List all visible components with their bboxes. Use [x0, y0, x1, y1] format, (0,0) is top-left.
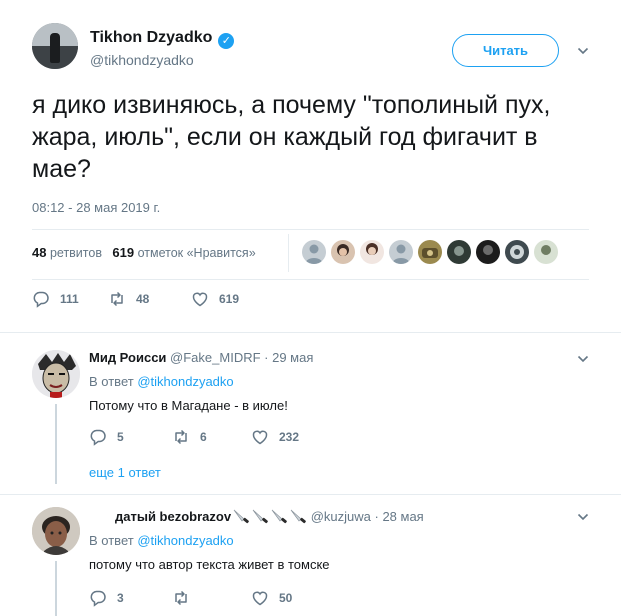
tweet-text: я дико извиняюсь, а почему "тополиный пу… [32, 91, 558, 183]
divider [0, 494, 621, 495]
like-button[interactable]: 232 [251, 428, 299, 446]
reply-button[interactable]: 5 [89, 428, 124, 446]
heart-icon [251, 428, 269, 446]
retweet-button[interactable]: 6 [172, 428, 207, 446]
chevron-down-icon[interactable] [577, 511, 589, 523]
reply-context-prefix: В ответ [89, 374, 134, 389]
liker-avatar[interactable] [447, 240, 471, 264]
like-count: 232 [279, 430, 300, 444]
liker-avatar[interactable] [534, 240, 558, 264]
liker-avatar[interactable] [302, 240, 326, 264]
liker-avatar[interactable] [476, 240, 500, 264]
reply-context: В ответ @tikhondzyadko [89, 533, 234, 548]
likes-label[interactable]: отметок «Нравится» [138, 246, 256, 260]
retweet-button[interactable]: 48 [108, 290, 149, 308]
thread-line [55, 561, 57, 616]
author-avatar[interactable] [32, 23, 78, 69]
author-name[interactable]: Tikhon Dzyadko ✓ [90, 29, 235, 49]
liker-avatar[interactable] [331, 240, 355, 264]
divider [32, 279, 589, 280]
retweet-icon [172, 428, 190, 446]
reply-count: 111 [60, 292, 79, 306]
heart-icon [251, 589, 269, 607]
show-more-replies-link[interactable]: еще 1 ответ [89, 465, 161, 480]
like-button[interactable]: 619 [191, 290, 239, 308]
heart-icon [191, 290, 209, 308]
reply-author-avatar[interactable] [32, 507, 80, 555]
retweet-button[interactable] [172, 589, 200, 607]
reply-text: Потому что в Магадане - в июле! [89, 398, 288, 413]
retweet-icon [108, 290, 126, 308]
liker-avatar[interactable] [360, 240, 384, 264]
stats-separator [288, 234, 289, 272]
liker-avatar[interactable] [418, 240, 442, 264]
verified-badge-icon: ✓ [218, 33, 235, 49]
liker-avatar[interactable] [389, 240, 413, 264]
reply-context-prefix: В ответ [89, 533, 134, 548]
retweet-count: 6 [200, 430, 207, 444]
reply-icon [32, 290, 50, 308]
reply-context-handle[interactable]: @tikhondzyadko [137, 533, 233, 548]
tweet-stats: 48 ретвитов 619 отметок «Нравится» [32, 245, 256, 260]
reply-button[interactable]: 3 [89, 589, 124, 607]
reply-author[interactable]: датый bezobrazov @kuzjuwa · 28 мая [115, 508, 424, 524]
reply-author-name[interactable]: Мид Роисси [89, 350, 166, 365]
divider [32, 229, 589, 230]
reply-date[interactable]: · 29 мая [264, 350, 313, 365]
reply-author-avatar[interactable] [32, 350, 80, 398]
divider [0, 332, 621, 333]
tweet-timestamp[interactable]: 08:12 - 28 мая 2019 г. [32, 200, 160, 215]
reply-context-handle[interactable]: @tikhondzyadko [137, 374, 233, 389]
knife-emoji-icon [232, 508, 250, 524]
follow-button[interactable]: Читать [452, 34, 559, 67]
reply-author[interactable]: Мид Роисси @Fake_MIDRF · 29 мая [89, 350, 313, 365]
retweets-label[interactable]: ретвитов [50, 246, 102, 260]
reply-author-name[interactable]: датый bezobrazov [115, 509, 231, 524]
reply-context: В ответ @tikhondzyadko [89, 374, 234, 389]
reply-date[interactable]: · 28 мая [375, 509, 424, 524]
retweet-count: 48 [136, 292, 150, 306]
retweets-count[interactable]: 48 [32, 245, 46, 260]
like-count: 50 [279, 591, 293, 605]
liker-avatar[interactable] [505, 240, 529, 264]
chevron-down-icon[interactable] [577, 353, 589, 365]
reply-icon [89, 428, 107, 446]
likes-count[interactable]: 619 [112, 245, 134, 260]
like-count: 619 [219, 292, 240, 306]
chevron-down-icon[interactable] [577, 45, 589, 57]
author-name-text[interactable]: Tikhon Dzyadko [90, 29, 212, 46]
retweet-icon [172, 589, 190, 607]
reply-author-handle[interactable]: @Fake_MIDRF [170, 350, 261, 365]
like-button[interactable]: 50 [251, 589, 292, 607]
thread-line [55, 404, 57, 484]
author-handle[interactable]: @tikhondzyadko [90, 52, 194, 68]
reply-button[interactable]: 111 [32, 290, 79, 308]
reply-count: 5 [117, 430, 124, 444]
main-tweet: Tikhon Dzyadko ✓ @tikhondzyadko Читать я … [0, 0, 621, 332]
knife-emoji-icon [289, 508, 307, 524]
reply-text: потому что автор текста живет в томске [89, 557, 330, 572]
reply-count: 3 [117, 591, 124, 605]
knife-emoji-icon [270, 508, 288, 524]
reply-icon [89, 589, 107, 607]
reply-author-handle[interactable]: @kuzjuwa [311, 509, 371, 524]
knife-emoji-icon [251, 508, 269, 524]
